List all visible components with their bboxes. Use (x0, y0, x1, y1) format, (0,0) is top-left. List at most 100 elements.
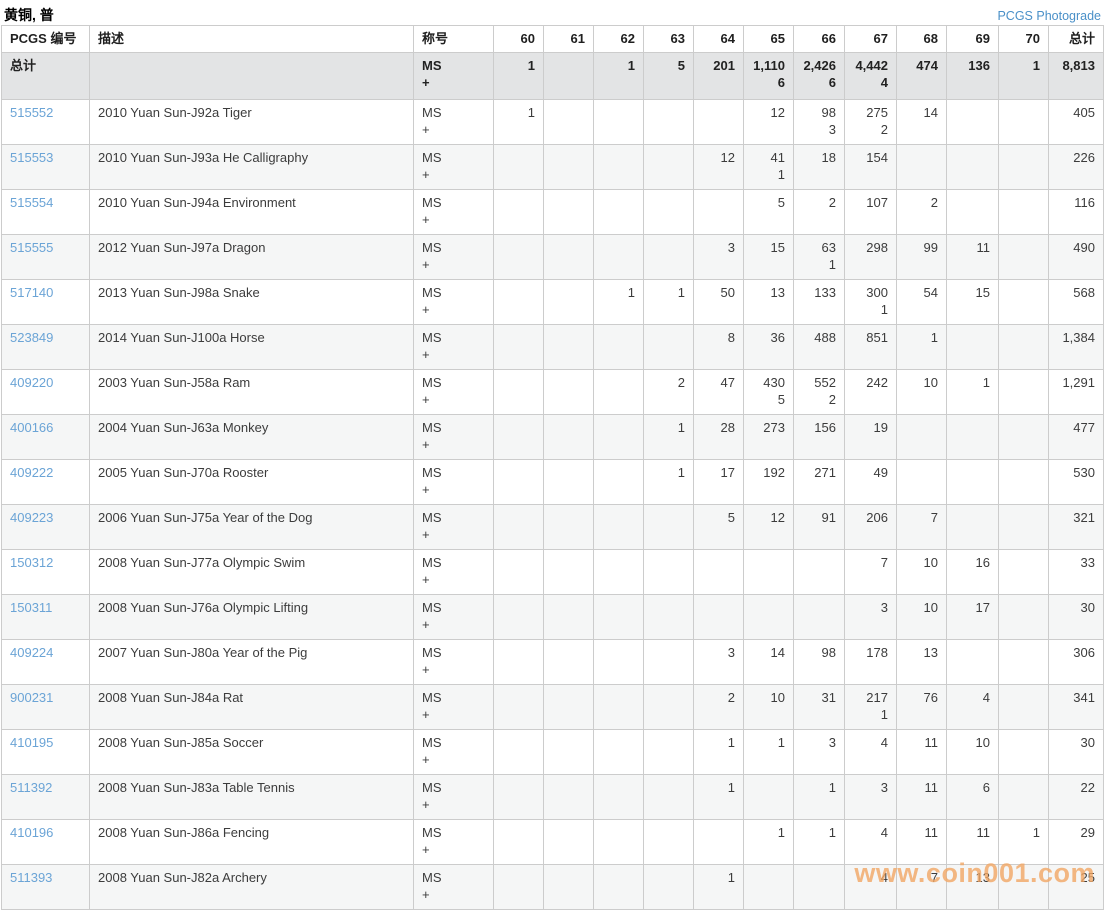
pcgs-number-cell: 523849 (1, 323, 90, 370)
pcgs-number-link[interactable]: 517140 (10, 285, 53, 300)
grade-65-cell: 12 (743, 98, 794, 145)
grade-65-cell: 1 (743, 818, 794, 865)
table-row: 900231 2008 Yuan Sun-J84a Rat MS + 2 10 31 217 1… (1, 683, 1104, 730)
designation-cell: MS + (413, 773, 494, 820)
column-header-grade-68: 68 (896, 25, 947, 53)
grade-68-cell: 2 (896, 188, 947, 235)
grade-66-cell: 18 (793, 143, 845, 190)
column-header-description: 描述 (89, 25, 414, 53)
table-row: 409223 2006 Yuan Sun-J75a Year of the Dog… (1, 503, 1104, 550)
grade-65-cell (743, 548, 794, 595)
pcgs-number-link[interactable]: 150311 (10, 600, 52, 615)
grade-67-cell: 4 (844, 863, 897, 910)
grade-64-cell: 1 (693, 773, 744, 820)
pcgs-number-link[interactable]: 900231 (10, 690, 53, 705)
pcgs-number-link[interactable]: 409224 (10, 645, 53, 660)
grade-66-cell: 3 (793, 728, 845, 775)
column-header-grade-67: 67 (844, 25, 897, 53)
grade-66-cell: 271 (793, 458, 845, 505)
pcgs-number-link[interactable]: 400166 (10, 420, 53, 435)
grade-66-cell: 2 (793, 188, 845, 235)
grade-70-cell (998, 323, 1049, 370)
grade-62-cell (593, 548, 644, 595)
grade-61-cell (543, 728, 594, 775)
pcgs-number-link[interactable]: 515553 (10, 150, 53, 165)
grade-68-cell: 11 (896, 728, 947, 775)
table-row: 515553 2010 Yuan Sun-J93a He Calligraphy M… (1, 143, 1104, 190)
grade-66-cell: 98 3 (793, 98, 845, 145)
grade-67-cell: 298 (844, 233, 897, 280)
grade-62-cell (593, 368, 644, 415)
row-total-cell: 116 (1048, 188, 1104, 235)
column-header-designation: 称号 (413, 25, 494, 53)
pcgs-number-link[interactable]: 515554 (10, 195, 53, 210)
grade-66-cell: 488 (793, 323, 845, 370)
grade-64-cell (693, 548, 744, 595)
grade-61-cell (543, 863, 594, 910)
designation-cell: MS + (413, 323, 494, 370)
grade-60-cell (493, 458, 544, 505)
table-row: 511392 2008 Yuan Sun-J83a Table Tennis MS +… (1, 773, 1104, 820)
column-header-grade-60: 60 (493, 25, 544, 53)
pcgs-number-link[interactable]: 409223 (10, 510, 53, 525)
grade-68-cell: 54 (896, 278, 947, 325)
grade-63-cell (643, 593, 694, 640)
pcgs-number-link[interactable]: 409220 (10, 375, 53, 390)
pcgs-number-link[interactable]: 409222 (10, 465, 53, 480)
grade-65-cell (743, 593, 794, 640)
grade-67-cell: 7 (844, 548, 897, 595)
row-total-cell: 22 (1048, 773, 1104, 820)
designation-cell: MS + (413, 638, 494, 685)
pcgs-number-link[interactable]: 515552 (10, 105, 53, 120)
column-header-grade-64: 64 (693, 25, 744, 53)
grade-61-cell (543, 98, 594, 145)
table-row: 409220 2003 Yuan Sun-J58a Ram MS + 2 47 430 5 55… (1, 368, 1104, 415)
pcgs-number-link[interactable]: 511392 (10, 780, 52, 795)
pcgs-number-link[interactable]: 523849 (10, 330, 53, 345)
grade-64-cell: 47 (693, 368, 744, 415)
pcgs-number-cell: 409223 (1, 503, 90, 550)
grade-65-cell: 10 (743, 683, 794, 730)
designation-cell: MS + (413, 143, 494, 190)
coin-description: 2007 Yuan Sun-J80a Year of the Pig (89, 638, 414, 685)
grade-69-cell (946, 638, 999, 685)
grade-60-cell (493, 683, 544, 730)
row-total-cell: 29 (1048, 818, 1104, 865)
designation-cell: MS + (413, 593, 494, 640)
grade-61-cell (543, 413, 594, 460)
row-total-cell: 405 (1048, 98, 1104, 145)
pcgs-number-link[interactable]: 150312 (10, 555, 53, 570)
totals-grand-total-cell: 8,813 (1048, 51, 1104, 100)
grade-69-cell: 11 (946, 818, 999, 865)
pcgs-number-link[interactable]: 511393 (10, 870, 52, 885)
grade-68-cell: 14 (896, 98, 947, 145)
pcgs-number-link[interactable]: 410196 (10, 825, 53, 840)
grade-70-cell (998, 683, 1049, 730)
grade-66-cell: 31 (793, 683, 845, 730)
row-total-cell: 1,384 (1048, 323, 1104, 370)
grade-68-cell: 1 (896, 323, 947, 370)
coin-description: 2008 Yuan Sun-J84a Rat (89, 683, 414, 730)
grade-70-cell (998, 98, 1049, 145)
pcgs-number-cell: 409222 (1, 458, 90, 505)
pcgs-number-link[interactable]: 515555 (10, 240, 53, 255)
grade-64-cell: 5 (693, 503, 744, 550)
grade-64-cell: 201 (693, 51, 744, 100)
grade-68-cell: 13 (896, 638, 947, 685)
row-total-cell: 25 (1048, 863, 1104, 910)
grade-66-cell: 63 1 (793, 233, 845, 280)
pcgs-number-cell: 409224 (1, 638, 90, 685)
pcgs-number-cell: 410195 (1, 728, 90, 775)
designation-cell: MS + (413, 863, 494, 910)
row-total-cell: 490 (1048, 233, 1104, 280)
grade-68-cell (896, 413, 947, 460)
coin-description: 2008 Yuan Sun-J86a Fencing (89, 818, 414, 865)
pcgs-number-link[interactable]: 410195 (10, 735, 53, 750)
pcgs-number-cell: 900231 (1, 683, 90, 730)
grade-64-cell (693, 188, 744, 235)
grade-61-cell (543, 323, 594, 370)
pcgs-photograde-link[interactable]: PCGS Photograde (997, 9, 1101, 23)
grade-61-cell (543, 278, 594, 325)
grade-68-cell: 7 (896, 863, 947, 910)
grade-68-cell: 99 (896, 233, 947, 280)
